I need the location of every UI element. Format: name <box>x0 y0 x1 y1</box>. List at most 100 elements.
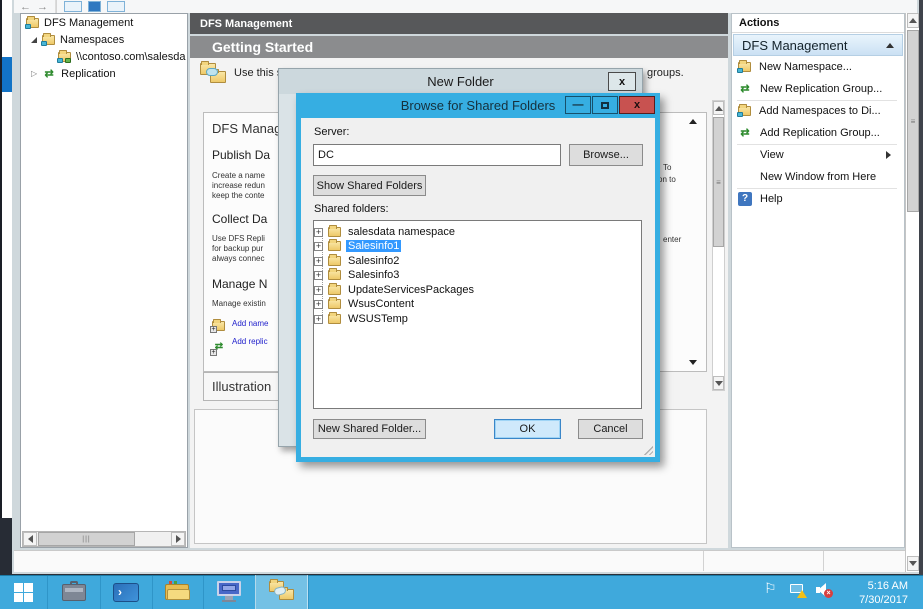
scroll-up-button[interactable] <box>907 13 919 28</box>
content-vscrollbar[interactable]: ≡ <box>712 100 725 391</box>
actions-section-header[interactable]: DFS Management <box>733 34 903 56</box>
shared-folder-label: WsusContent <box>346 298 416 310</box>
tree-item-label: DFS Management <box>44 17 133 29</box>
notification-flag-icon[interactable]: ⚐ <box>764 580 777 597</box>
tree-item-namespace-salesdata[interactable]: \\contoso.com\salesda <box>58 48 185 65</box>
action-view[interactable]: View <box>733 145 903 165</box>
actions-title-underline <box>732 32 904 33</box>
console-tree-panel <box>20 13 188 548</box>
screen-right-edge <box>919 0 923 575</box>
add-namespace-link-icon: + <box>212 318 225 336</box>
shared-folder-row-selected[interactable]: Salesinfo1 <box>314 239 401 253</box>
illustration-header-box[interactable]: Illustration <box>203 372 279 401</box>
add-replication-link[interactable]: Add replic <box>232 337 268 346</box>
network-icon[interactable] <box>790 584 806 597</box>
tree-hscrollbar[interactable]: ||| <box>22 531 186 547</box>
collapsed-arrow-icon[interactable]: ▷ <box>31 70 37 78</box>
scroll-right-button[interactable] <box>171 532 185 546</box>
action-label: Help <box>760 193 783 205</box>
action-new-namespace[interactable]: New Namespace... <box>733 57 903 77</box>
shared-folder-row[interactable]: Salesinfo3 <box>314 268 401 282</box>
action-new-replication-group[interactable]: ⇄ New Replication Group... <box>733 79 903 99</box>
vscroll-thumb[interactable]: ≡ <box>713 117 724 247</box>
maximize-button[interactable] <box>592 96 618 114</box>
section-text: always connec <box>212 254 264 263</box>
action-label: New Window from Here <box>760 171 876 183</box>
action-add-replication-group[interactable]: ⇄ Add Replication Group... <box>733 123 903 143</box>
computer-icon <box>217 581 241 603</box>
taskbar-file-explorer[interactable] <box>152 575 203 609</box>
panel-title: DFS Manag <box>212 121 281 136</box>
window-vscrollbar[interactable]: ≡ <box>905 13 919 572</box>
tree-item-replication[interactable]: ▷ ⇄ Replication <box>31 65 116 82</box>
taskbar-server-manager[interactable] <box>47 575 100 609</box>
add-replication-link-icon: ⇄+ <box>212 336 226 354</box>
shared-folder-row[interactable]: Salesinfo2 <box>314 254 401 268</box>
scroll-up-button[interactable] <box>713 101 724 115</box>
new-shared-folder-button[interactable]: New Shared Folder... <box>313 419 426 439</box>
taskbar-dfs-management-active[interactable] <box>255 575 308 609</box>
add-namespace-link[interactable]: Add name <box>232 319 268 328</box>
clock-time: 5:16 AM <box>838 579 908 593</box>
forward-icon[interactable]: → <box>37 1 48 13</box>
taskbar-computer[interactable] <box>203 575 255 609</box>
shared-folder-row[interactable]: WsusContent <box>314 297 416 311</box>
shared-folder-icon <box>328 285 341 295</box>
volume-muted-icon[interactable]: × <box>816 583 833 597</box>
panel-scroll-up-icon[interactable] <box>689 119 697 124</box>
server-manager-icon <box>62 584 86 601</box>
tree-item-namespaces[interactable]: Namespaces <box>31 31 124 48</box>
start-button[interactable] <box>0 575 47 609</box>
clock[interactable]: 5:16 AM 7/30/2017 <box>838 579 908 607</box>
scroll-down-button[interactable] <box>907 556 919 571</box>
expand-plus-icon[interactable] <box>314 315 323 324</box>
background-scrollbar-thumb[interactable] <box>2 57 12 92</box>
show-shared-folders-button[interactable]: Show Shared Folders <box>313 175 426 196</box>
expand-plus-icon[interactable] <box>314 257 323 266</box>
new-folder-close-button[interactable]: x <box>608 72 636 91</box>
shared-folder-row[interactable]: WSUSTemp <box>314 312 410 326</box>
show-tree-icon[interactable] <box>64 1 82 12</box>
shared-folder-label: Salesinfo1 <box>346 240 401 252</box>
action-new-window[interactable]: New Window from Here <box>733 167 903 187</box>
clock-date: 7/30/2017 <box>838 593 908 607</box>
minimize-button[interactable]: — <box>565 96 591 114</box>
collapse-section-icon[interactable] <box>886 43 894 48</box>
cancel-button[interactable]: Cancel <box>578 419 643 439</box>
shared-folder-row[interactable]: salesdata namespace <box>314 225 457 239</box>
expand-plus-icon[interactable] <box>314 300 323 309</box>
wrapped-text-fragment: enter <box>663 235 681 244</box>
expand-plus-icon[interactable] <box>314 271 323 280</box>
tree-item-dfs-management[interactable]: DFS Management <box>26 14 133 31</box>
shared-folder-row[interactable]: UpdateServicesPackages <box>314 283 476 297</box>
action-help[interactable]: ? Help <box>733 189 903 209</box>
scroll-down-button[interactable] <box>713 376 724 390</box>
tree-item-label: \\contoso.com\salesda <box>76 51 185 63</box>
expanded-arrow-icon[interactable] <box>31 37 37 43</box>
expand-plus-icon[interactable] <box>314 228 323 237</box>
maximize-glyph <box>601 102 609 109</box>
browse-button[interactable]: Browse... <box>569 144 643 166</box>
shared-folder-icon <box>328 227 341 237</box>
action-add-namespaces[interactable]: Add Namespaces to Di... <box>733 101 903 121</box>
mute-badge: × <box>824 589 833 598</box>
vscroll-thumb[interactable]: ≡ <box>907 30 919 212</box>
server-input[interactable]: DC <box>313 144 561 166</box>
scroll-left-button[interactable] <box>23 532 37 546</box>
resize-grip[interactable] <box>644 446 653 455</box>
new-replication-group-icon: ⇄ <box>738 83 752 95</box>
new-folder-title: New Folder <box>427 74 493 89</box>
taskbar-powershell[interactable]: › <box>100 575 152 609</box>
help-toolbar-icon[interactable] <box>107 1 125 12</box>
ok-button[interactable]: OK <box>494 419 561 439</box>
server-label: Server: <box>314 126 349 138</box>
close-button[interactable]: x <box>619 96 655 114</box>
expand-plus-icon[interactable] <box>314 242 323 251</box>
expand-plus-icon[interactable] <box>314 286 323 295</box>
export-list-icon[interactable] <box>88 1 101 12</box>
new-folder-titlebar[interactable]: New Folder <box>279 69 642 94</box>
panel-scroll-down-icon[interactable] <box>689 360 697 365</box>
back-icon[interactable]: ← <box>20 1 31 13</box>
hscroll-thumb[interactable]: ||| <box>38 532 135 546</box>
network-warning-badge <box>797 590 807 598</box>
